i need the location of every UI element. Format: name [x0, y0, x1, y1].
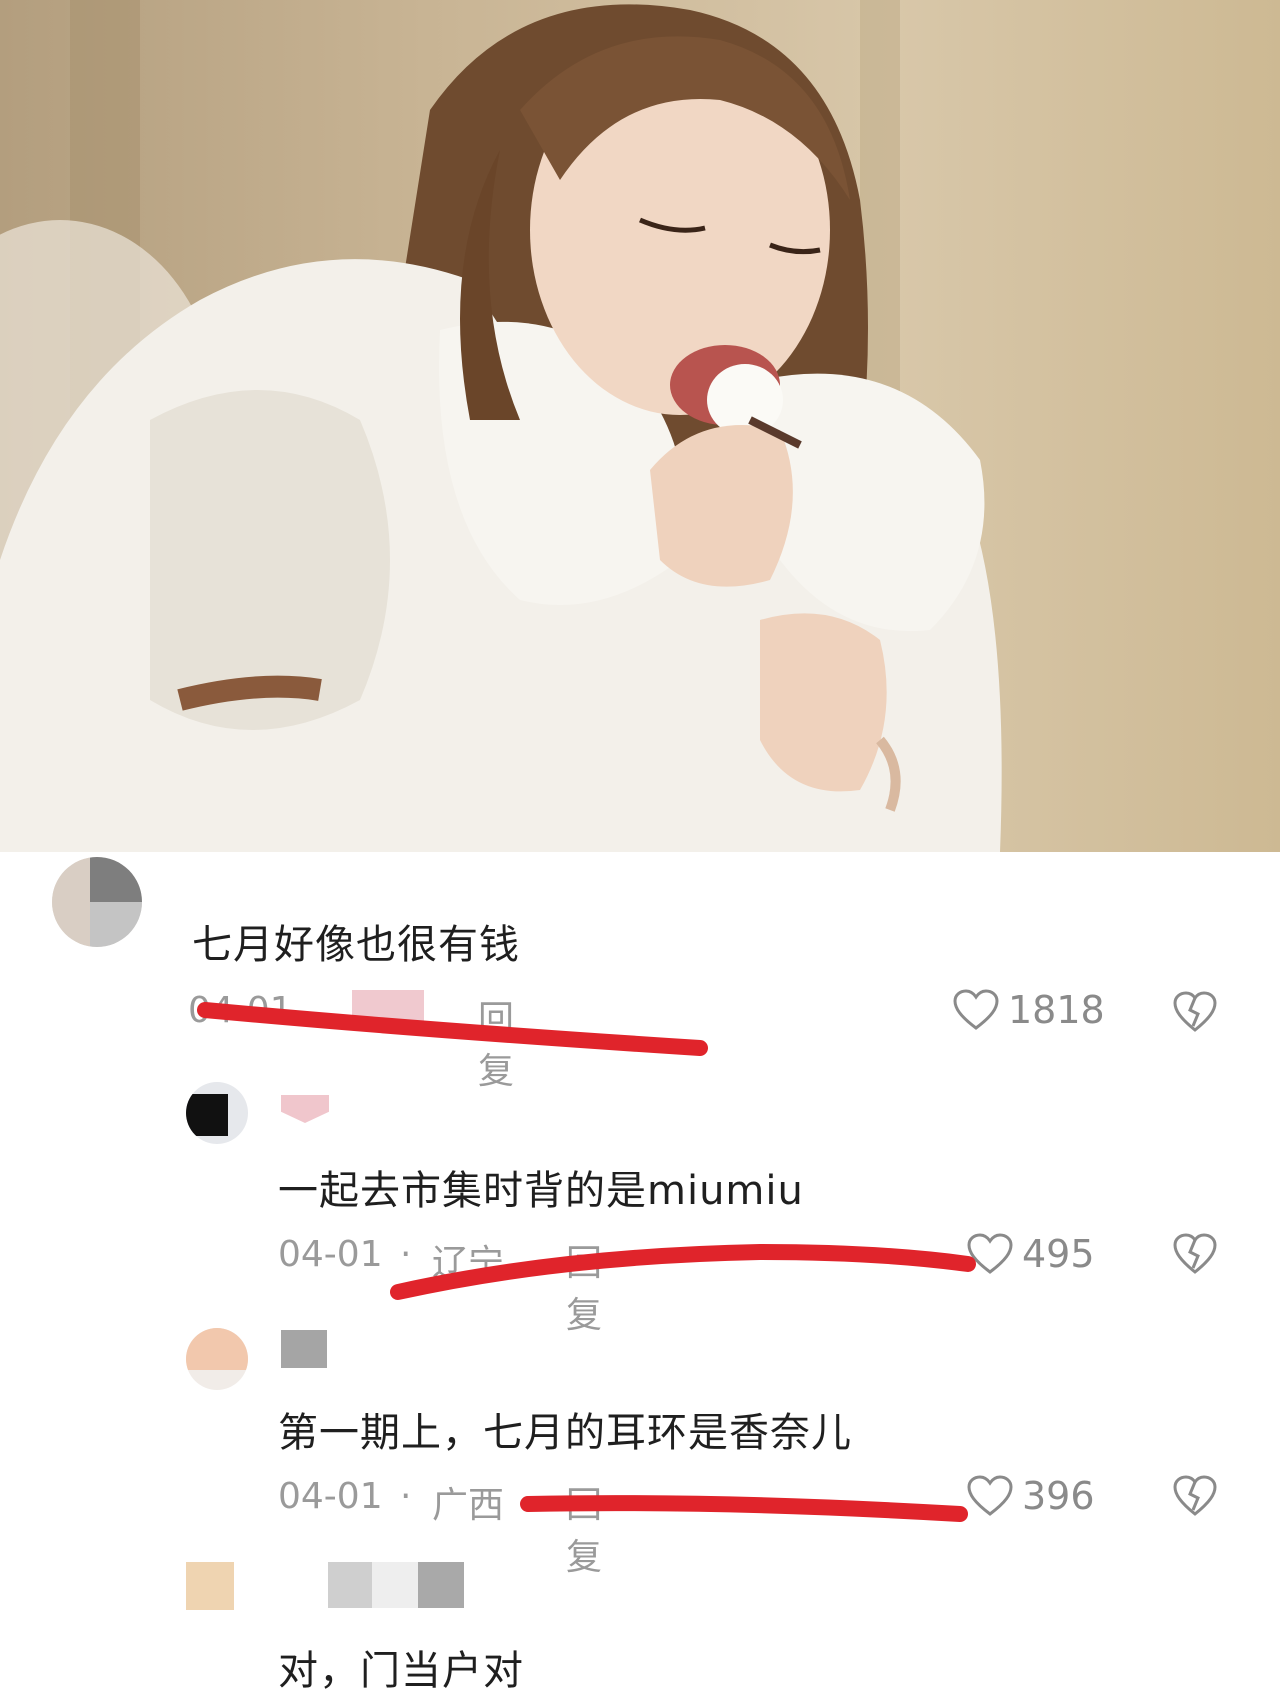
dislike-button[interactable]	[1172, 1232, 1218, 1280]
broken-heart-icon	[1173, 1233, 1217, 1274]
username-blurred	[281, 1095, 329, 1123]
user-avatar-blurred[interactable]	[186, 1328, 248, 1390]
like-count: 396	[1022, 1474, 1095, 1518]
dislike-button[interactable]	[1172, 990, 1218, 1038]
like-count: 1818	[1008, 988, 1105, 1032]
like-button[interactable]: 396	[966, 1474, 1095, 1518]
user-avatar-blurred[interactable]	[52, 857, 142, 947]
heart-outline-icon	[967, 1233, 1013, 1274]
like-button[interactable]: 1818	[952, 988, 1105, 1032]
photo-illustration	[0, 0, 1002, 852]
comment-location: 辽宁	[432, 1243, 505, 1284]
username-blurred	[328, 1562, 468, 1608]
meta-separator: ·	[400, 1234, 412, 1275]
broken-heart-icon	[1173, 1475, 1217, 1516]
comment-location: 广西	[432, 1485, 505, 1526]
like-button[interactable]: 495	[966, 1232, 1095, 1276]
dislike-button[interactable]	[1172, 1474, 1218, 1522]
meta-separator: ·	[400, 1476, 412, 1517]
post-photo	[0, 0, 1280, 852]
heart-outline-icon	[953, 989, 999, 1030]
comment-text: 第一期上，七月的耳环是香奈儿	[278, 1410, 852, 1456]
username-blurred	[281, 1330, 327, 1368]
comment-date: 04-01	[188, 990, 293, 1031]
comment-text: 一起去市集时背的是miumiu	[278, 1168, 804, 1214]
location-blurred	[352, 990, 424, 1028]
comment-text: 七月好像也很有钱	[192, 922, 520, 968]
heart-outline-icon	[967, 1475, 1013, 1516]
user-avatar-blurred[interactable]	[186, 1082, 248, 1144]
comment-date: 04-01	[278, 1476, 383, 1517]
reply-button[interactable]: 回复	[566, 1476, 602, 1580]
broken-heart-icon	[1173, 991, 1217, 1032]
user-avatar-blurred[interactable]	[186, 1562, 234, 1610]
comment-date: 04-01	[278, 1234, 383, 1275]
comment-text: 对，门当户对	[278, 1648, 524, 1694]
reply-button[interactable]: 回复	[566, 1234, 602, 1338]
like-count: 495	[1022, 1232, 1095, 1276]
reply-button[interactable]: 回复	[478, 990, 514, 1094]
